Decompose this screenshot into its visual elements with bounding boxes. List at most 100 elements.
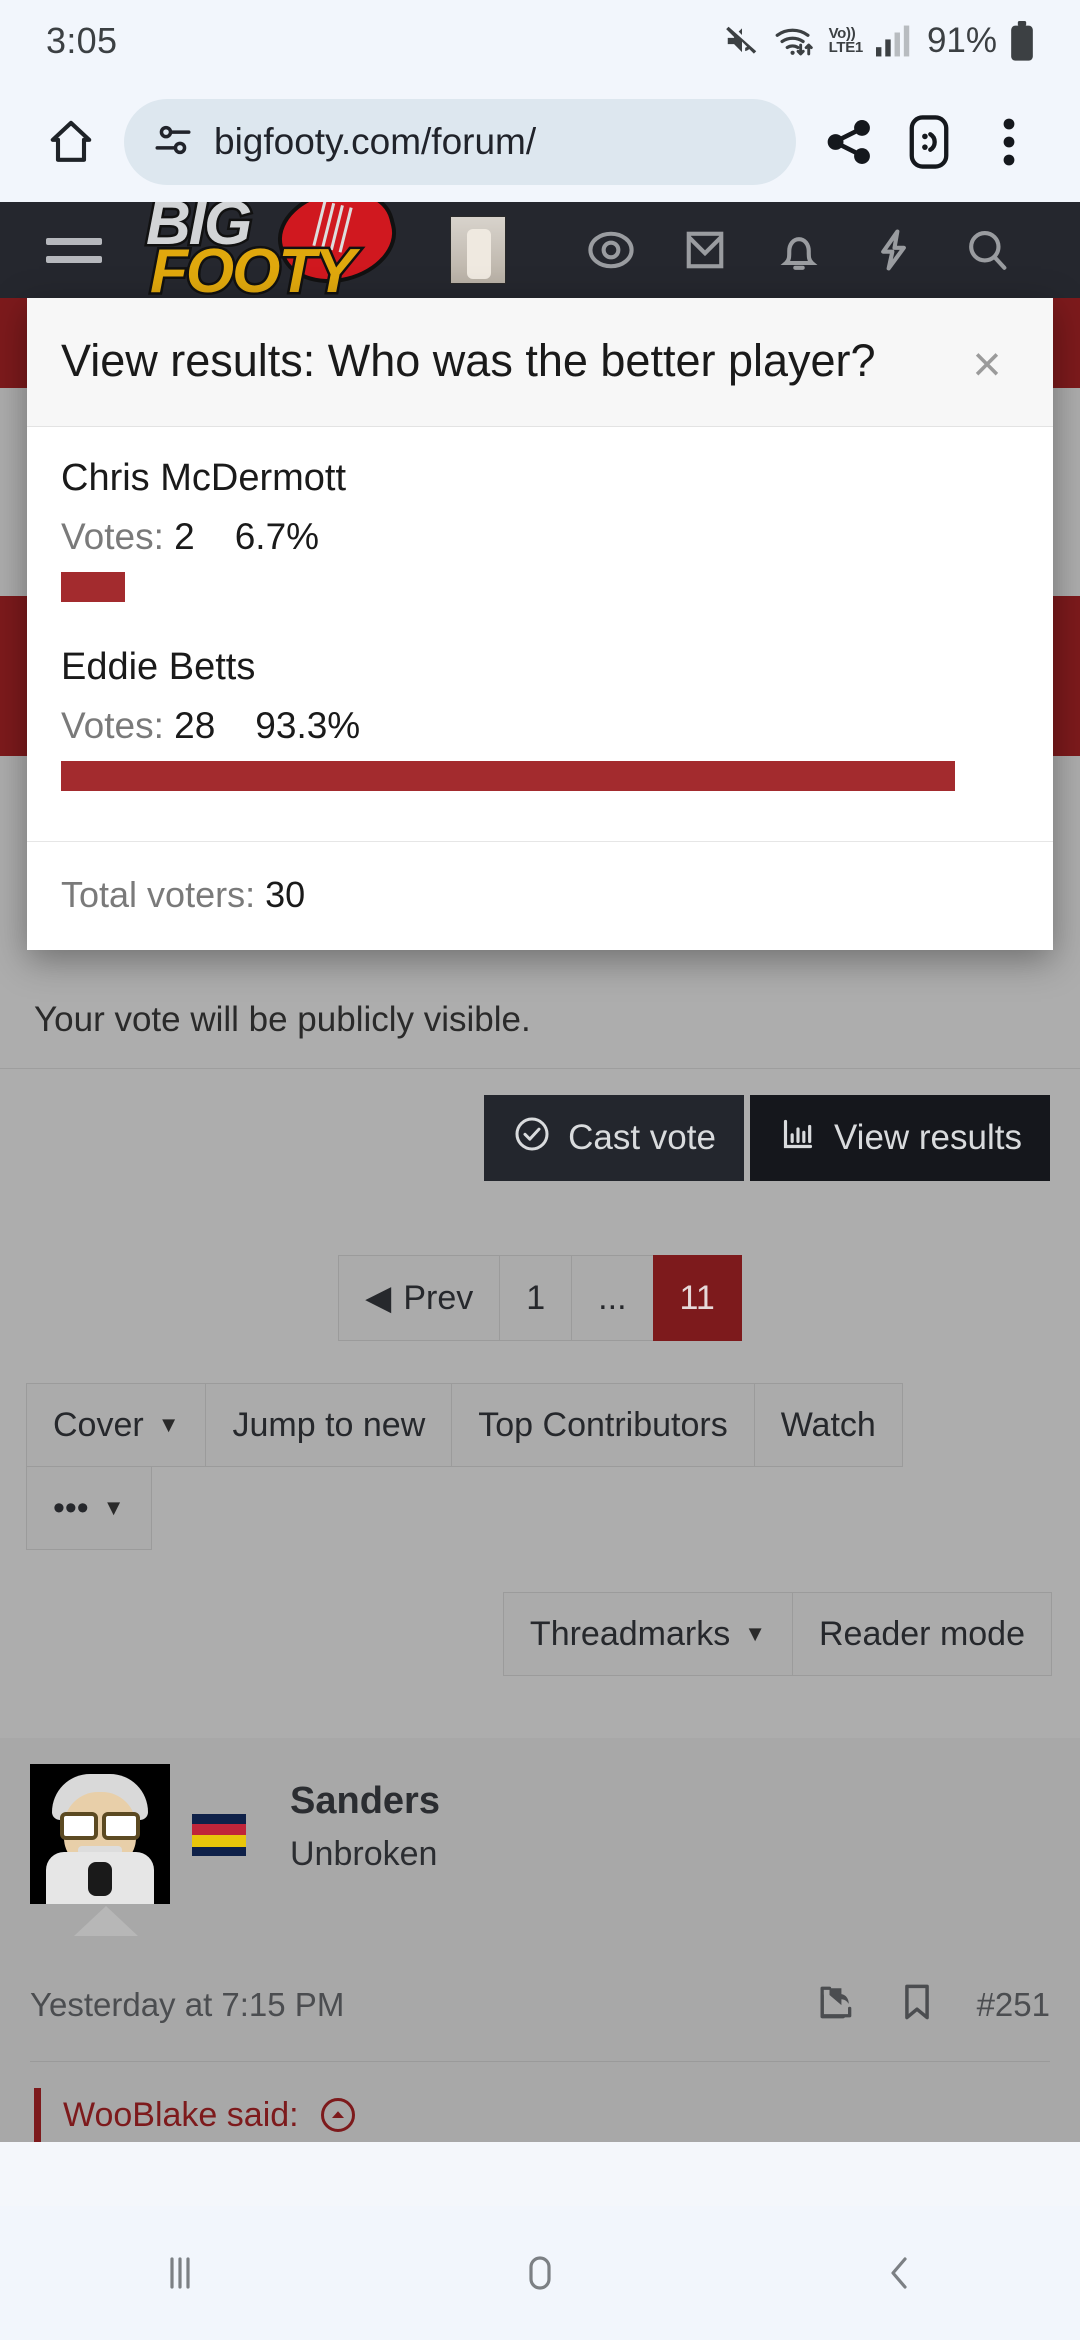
post-number[interactable]: #251	[977, 1986, 1050, 2024]
thread-toolbar-more-row: ••• ▼	[0, 1466, 1080, 1550]
home-icon[interactable]	[465, 2223, 615, 2323]
chevron-down-icon: ▼	[744, 1621, 766, 1646]
recents-icon[interactable]	[105, 2223, 255, 2323]
post-author-meta: Sanders Unbroken	[290, 1764, 440, 1874]
poll-result-option: Eddie Betts Votes: 28 93.3%	[61, 646, 1019, 791]
option-bar-fill	[61, 761, 955, 791]
bar-chart-icon	[778, 1114, 818, 1163]
eye-icon[interactable]	[564, 224, 658, 276]
poll-result-option: Chris McDermott Votes: 2 6.7%	[61, 457, 1019, 602]
pagination-prev-label: Prev	[403, 1278, 474, 1317]
post-divider	[30, 2061, 1050, 2062]
cover-button[interactable]: Cover ▼	[26, 1383, 206, 1467]
post-subheader: Yesterday at 7:15 PM #251	[0, 1946, 1080, 2029]
url-bar[interactable]: bigfooty.com/forum/	[124, 99, 796, 185]
home-icon[interactable]	[34, 105, 108, 179]
pagination: ◀ Prev 1 ... 11	[0, 1255, 1080, 1341]
post-username[interactable]: Sanders	[290, 1780, 440, 1823]
option-votes: Votes: 2	[61, 516, 195, 558]
cover-label: Cover	[53, 1405, 144, 1444]
jump-to-new-button[interactable]: Jump to new	[205, 1383, 452, 1467]
view-results-button[interactable]: View results	[749, 1095, 1050, 1181]
quote-author-label: WooBlake said:	[63, 2095, 299, 2134]
total-voters-label: Total voters:	[61, 874, 256, 915]
post-arrow-decoration	[74, 1906, 138, 1936]
share-post-icon[interactable]	[813, 1980, 857, 2029]
top-contributors-button[interactable]: Top Contributors	[451, 1383, 754, 1467]
option-percent: 6.7%	[234, 516, 320, 557]
option-percent: 93.3%	[255, 705, 361, 746]
url-text: bigfooty.com/forum/	[214, 121, 537, 162]
option-bar-track	[61, 572, 1019, 602]
back-icon[interactable]	[825, 2223, 975, 2323]
user-avatar[interactable]	[30, 1764, 170, 1904]
pagination-page-current[interactable]: 11	[652, 1255, 742, 1341]
modal-title: View results: Who was the better player?	[61, 335, 876, 386]
share-icon[interactable]	[812, 105, 886, 179]
cast-vote-button[interactable]: Cast vote	[484, 1095, 744, 1181]
pagination-prev[interactable]: ◀ Prev	[338, 1255, 500, 1341]
poll-section: Your vote will be publicly visible. Cast…	[0, 974, 1080, 2142]
status-icon-group: Vo)) LTE1 91%	[723, 21, 1034, 61]
bell-icon[interactable]	[752, 224, 846, 276]
mute-icon	[723, 22, 761, 60]
post-container: Sanders Unbroken Yesterday at 7:15 PM #2…	[0, 1738, 1080, 2142]
logo-text-footy: FOOTY	[148, 235, 359, 309]
wifi-icon	[774, 22, 816, 60]
header-avatar[interactable]	[450, 216, 506, 284]
bigfooty-logo[interactable]: BIG FOOTY	[143, 202, 406, 309]
cast-vote-label: Cast vote	[568, 1118, 716, 1157]
post-action-icons: #251	[813, 1980, 1050, 2029]
threadmarks-label: Threadmarks	[529, 1614, 731, 1653]
option-votes-value: 2	[174, 516, 195, 557]
quote-expand-icon[interactable]	[320, 2098, 355, 2132]
total-voters-value: 30	[265, 874, 306, 915]
option-votes-label: Votes:	[61, 516, 164, 557]
more-options-button[interactable]: ••• ▼	[26, 1466, 152, 1550]
header-icon-group	[564, 224, 1034, 276]
volte-icon: Vo)) LTE1	[828, 25, 864, 56]
tune-icon	[152, 119, 194, 166]
modal-body: Chris McDermott Votes: 2 6.7% Eddie Bett…	[27, 427, 1053, 841]
status-bar: 3:05 Vo)) LTE1 91%	[0, 0, 1080, 82]
search-icon[interactable]	[940, 224, 1034, 276]
thread-toolbar-secondary: Threadmarks ▼ Reader mode	[0, 1592, 1080, 1676]
threadmarks-button[interactable]: Threadmarks ▼	[502, 1592, 792, 1676]
bookmark-icon[interactable]	[897, 1980, 937, 2029]
chevron-down-icon: ▼	[157, 1412, 180, 1437]
pagination-ellipsis[interactable]: ...	[571, 1255, 653, 1341]
option-votes-label: Votes:	[61, 705, 164, 746]
modal-footer: Total voters: 30	[27, 841, 1053, 950]
system-nav-bar	[0, 2206, 1080, 2340]
poll-visibility-note: Your vote will be publicly visible.	[34, 1000, 531, 1039]
profile-icon[interactable]	[892, 105, 966, 179]
pagination-page-1[interactable]: 1	[499, 1255, 572, 1341]
reader-mode-button[interactable]: Reader mode	[791, 1592, 1052, 1676]
quoted-post-peek[interactable]: WooBlake said:	[34, 2088, 1080, 2142]
watch-button[interactable]: Watch	[753, 1383, 903, 1467]
post-user-title: Unbroken	[290, 1835, 438, 1873]
browser-toolbar: bigfooty.com/forum/	[0, 82, 1080, 202]
chevron-down-icon: ▼	[102, 1495, 125, 1520]
close-icon[interactable]: ×	[955, 332, 1019, 396]
overflow-menu-icon[interactable]	[972, 105, 1046, 179]
option-bar-fill	[61, 572, 126, 602]
signal-icon	[875, 24, 910, 58]
status-clock: 3:05	[46, 20, 118, 61]
team-flag-badge	[192, 1814, 246, 1856]
poll-results-modal: View results: Who was the better player?…	[27, 298, 1053, 950]
envelope-icon[interactable]	[658, 224, 752, 276]
caret-left-icon: ◀	[365, 1279, 392, 1317]
quote-accent-bar	[34, 2088, 41, 2142]
post-date[interactable]: Yesterday at 7:15 PM	[30, 1986, 344, 2024]
forum-header: BIG FOOTY	[0, 202, 1080, 309]
battery-icon	[1010, 21, 1034, 61]
poll-action-row: Cast vote View results	[0, 1068, 1080, 1207]
option-votes: Votes: 28	[61, 705, 215, 747]
hamburger-icon[interactable]	[46, 237, 102, 263]
more-options-label: •••	[53, 1488, 89, 1527]
bolt-icon[interactable]	[846, 224, 940, 276]
option-stats: Votes: 28 93.3%	[61, 705, 1019, 747]
option-name: Eddie Betts	[61, 646, 256, 688]
option-stats: Votes: 2 6.7%	[61, 516, 1019, 558]
